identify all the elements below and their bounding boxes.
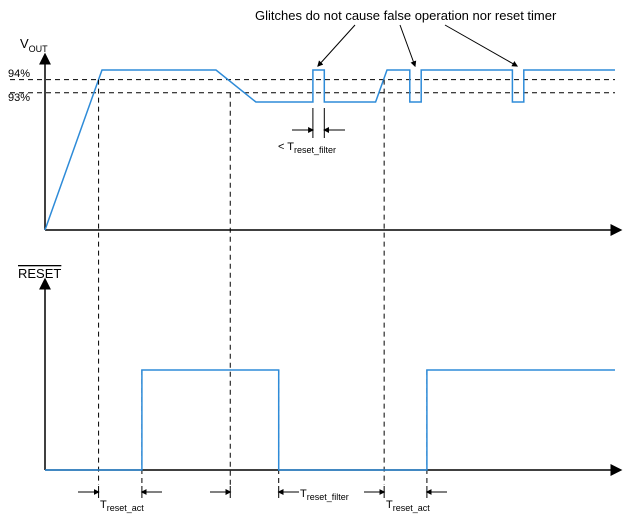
- interval-markers: Treset_act Treset_filter Treset_act: [78, 486, 447, 513]
- reset-ylabel: RESET: [18, 266, 61, 281]
- glitch-arrows: [318, 25, 517, 66]
- svg-text:Treset_act: Treset_act: [100, 499, 144, 513]
- threshold-94-label: 94%: [8, 68, 30, 80]
- threshold-93-label: 93%: [8, 92, 30, 104]
- reset-axes: [45, 280, 620, 470]
- vout-ylabel: VOUT: [20, 36, 48, 54]
- timing-diagram: VOUT 94% 93% Glitches do not cause false…: [0, 0, 636, 529]
- reset-trace: [45, 370, 615, 470]
- svg-text:< Treset_filter: < Treset_filter: [278, 141, 336, 155]
- vertical-guides: [99, 80, 427, 485]
- glitch-note: Glitches do not cause false operation no…: [255, 8, 557, 23]
- glitch-width-marker: < Treset_filter: [278, 108, 345, 155]
- vout-axes: [45, 55, 620, 230]
- svg-text:Treset_act: Treset_act: [386, 499, 430, 513]
- svg-text:Treset_filter: Treset_filter: [300, 488, 349, 502]
